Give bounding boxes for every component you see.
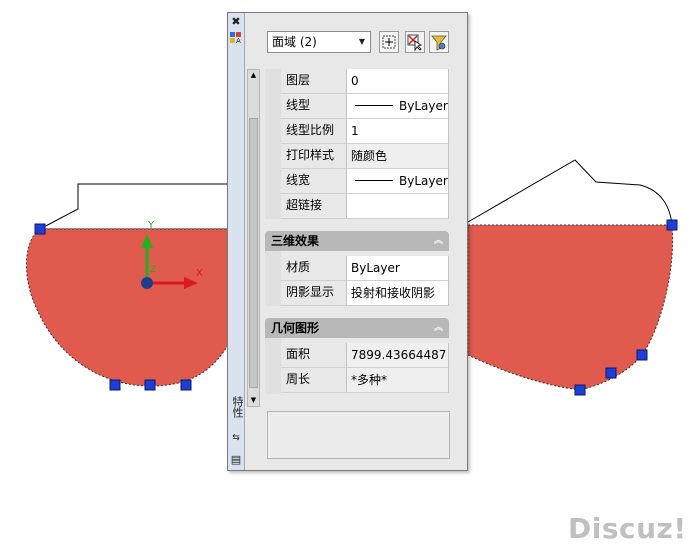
object-type-select[interactable]: 面域 (2) ▼ xyxy=(267,31,371,53)
property-label: 超链接 xyxy=(281,194,347,219)
ucs-z-label: Z xyxy=(150,265,156,275)
pickadd-icon xyxy=(382,35,396,49)
left-outline xyxy=(39,183,229,230)
quick-select-button[interactable] xyxy=(429,31,449,53)
property-row-layer[interactable]: 图层 0 xyxy=(281,69,449,94)
chevron-down-icon[interactable]: ▼ xyxy=(354,32,370,52)
property-value[interactable]: 随颜色 xyxy=(347,144,449,169)
properties-palette: ✖ A 特性 ⇆ ▤ 面域 (2) ▼ ▲ ▼ 图层 0 线型 ByLayer … xyxy=(227,12,468,471)
property-value[interactable]: 投射和接收阴影 xyxy=(347,281,449,306)
grip[interactable] xyxy=(666,219,678,231)
property-row-perimeter[interactable]: 周长 *多种* xyxy=(281,368,449,393)
property-label: 线型 xyxy=(281,94,347,119)
property-value[interactable]: 1 xyxy=(347,119,449,144)
palette-menu-icon[interactable]: ▤ xyxy=(229,453,243,467)
svg-text:A: A xyxy=(236,37,241,45)
palette-title: 特性 xyxy=(231,396,244,418)
right-outline xyxy=(467,159,673,226)
property-label: 面积 xyxy=(281,343,347,368)
property-value[interactable] xyxy=(347,194,449,219)
scroll-thumb[interactable] xyxy=(249,118,258,388)
object-type-value: 面域 (2) xyxy=(272,35,317,49)
grip[interactable] xyxy=(34,223,46,235)
scroll-up-icon[interactable]: ▲ xyxy=(248,70,259,81)
grip[interactable] xyxy=(605,367,617,379)
property-value[interactable]: *多种* xyxy=(347,368,449,393)
property-label: 阴影显示 xyxy=(281,281,347,306)
grip[interactable] xyxy=(574,384,586,396)
select-objects-button[interactable] xyxy=(405,31,425,53)
quick-select-icon xyxy=(431,35,447,51)
property-label: 打印样式 xyxy=(281,144,347,169)
ucs-x-label: X xyxy=(196,268,203,279)
section-title: 三维效果 xyxy=(271,234,320,248)
select-objects-icon xyxy=(407,34,422,52)
property-label: 材质 xyxy=(281,256,347,281)
property-value-linetype[interactable]: ByLayer xyxy=(347,94,449,119)
collapse-icon[interactable]: ︽ xyxy=(434,231,443,251)
close-icon[interactable]: ✖ xyxy=(229,15,243,29)
three-d-group-margin xyxy=(265,251,281,306)
property-row-lineweight[interactable]: 线宽 ByLayer xyxy=(281,169,449,194)
property-row-material[interactable]: 材质 ByLayer xyxy=(281,256,449,281)
left-region[interactable] xyxy=(26,228,229,387)
property-row-shadow[interactable]: 阴影显示 投射和接收阴影 xyxy=(281,281,449,306)
geometry-group-margin xyxy=(265,338,281,394)
quick-properties-icon[interactable]: A xyxy=(229,31,243,45)
property-row-plot-style[interactable]: 打印样式 随颜色 xyxy=(281,144,449,169)
section-title: 几何图形 xyxy=(271,321,320,335)
toggle-pickadd-button[interactable] xyxy=(379,31,399,53)
scroll-down-icon[interactable]: ▼ xyxy=(248,395,259,406)
property-value[interactable]: 7899.43664487 xyxy=(347,343,449,368)
property-value[interactable]: ByLayer xyxy=(347,256,449,281)
grip[interactable] xyxy=(180,379,192,391)
watermark: Discuz! xyxy=(568,512,687,545)
autohide-icon[interactable]: ⇆ xyxy=(229,431,243,445)
grip[interactable] xyxy=(636,349,648,361)
line-sample xyxy=(355,180,393,181)
property-label: 线型比例 xyxy=(281,119,347,144)
section-geometry[interactable]: 几何图形 ︽ xyxy=(265,318,449,338)
section-3d-effects[interactable]: 三维效果 ︽ xyxy=(265,231,449,251)
property-row-hyperlink[interactable]: 超链接 xyxy=(281,194,449,219)
general-group-margin xyxy=(265,69,281,219)
right-region[interactable] xyxy=(467,224,674,391)
collapse-icon[interactable]: ︽ xyxy=(434,318,443,338)
palette-content: 面域 (2) ▼ ▲ ▼ 图层 0 线型 ByLayer 线型比例 1 打印样式… xyxy=(245,13,467,470)
property-row-linetype[interactable]: 线型 ByLayer xyxy=(281,94,449,119)
property-label: 周长 xyxy=(281,368,347,393)
description-panel xyxy=(267,411,450,459)
vertical-scrollbar[interactable]: ▲ ▼ xyxy=(247,69,260,407)
property-label: 线宽 xyxy=(281,169,347,194)
palette-titlebar[interactable]: ✖ A 特性 ⇆ ▤ xyxy=(228,13,245,470)
grip[interactable] xyxy=(144,379,156,391)
property-row-area[interactable]: 面积 7899.43664487 xyxy=(281,343,449,368)
property-value[interactable]: 0 xyxy=(347,69,449,94)
property-label: 图层 xyxy=(281,69,347,94)
lineweight-value: ByLayer xyxy=(399,174,448,188)
linetype-value: ByLayer xyxy=(399,99,448,113)
line-sample xyxy=(355,105,393,106)
property-row-linetype-scale[interactable]: 线型比例 1 xyxy=(281,119,449,144)
property-value-lineweight[interactable]: ByLayer xyxy=(347,169,449,194)
ucs-y-label: Y xyxy=(147,220,155,231)
grip[interactable] xyxy=(109,379,121,391)
